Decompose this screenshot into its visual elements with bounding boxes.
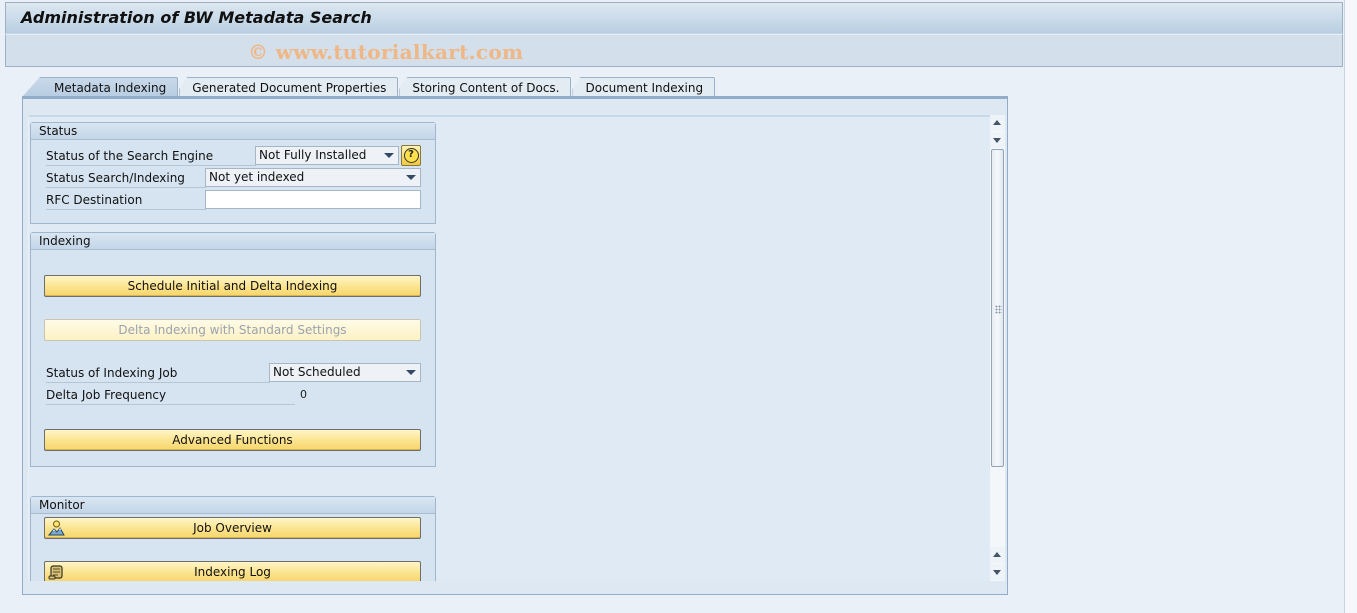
delta-indexing-button[interactable]: Delta Indexing with Standard Settings [44, 319, 421, 341]
indexing-job-row: Status of Indexing Job Not Scheduled [46, 363, 426, 383]
schedule-indexing-button[interactable]: Schedule Initial and Delta Indexing [44, 275, 421, 297]
advanced-functions-button[interactable]: Advanced Functions [44, 429, 421, 451]
scroll-content: Status Status of the Search Engine Not F… [28, 115, 990, 581]
tab-document-indexing[interactable]: Document Indexing [572, 77, 716, 97]
search-indexing-status-value: Not yet indexed [209, 170, 305, 184]
monitor-group-title: Monitor [31, 497, 435, 514]
indexing-job-status-value: Not Scheduled [273, 365, 361, 379]
watermark: © www.tutorialkart.com [248, 40, 524, 64]
delta-frequency-value: 0 [300, 388, 307, 401]
monitor-group: Monitor Job Overview Indexing Log [30, 496, 436, 581]
rfc-destination-row: RFC Destination [46, 190, 426, 210]
status-group: Status Status of the Search Engine Not F… [30, 122, 436, 224]
tab-storing-content-of-docs[interactable]: Storing Content of Docs. [399, 77, 572, 97]
search-indexing-status-dropdown[interactable]: Not yet indexed [205, 168, 421, 187]
scroll-down-button[interactable] [990, 132, 1005, 148]
window-edge [1344, 0, 1357, 613]
search-engine-row: Status of the Search Engine Not Fully In… [46, 145, 426, 166]
tab-strip: Metadata Indexing Generated Document Pro… [22, 77, 716, 97]
tab-metadata-indexing[interactable]: Metadata Indexing [22, 77, 179, 97]
search-engine-status-value: Not Fully Installed [259, 148, 367, 162]
indexing-job-label: Status of Indexing Job [46, 363, 270, 383]
indexing-group: Indexing Schedule Initial and Delta Inde… [30, 232, 436, 467]
indexing-log-button[interactable]: Indexing Log [44, 561, 421, 581]
application-toolbar: © www.tutorialkart.com [5, 34, 1343, 67]
help-button[interactable]: ? [401, 145, 421, 166]
scroll-thumb[interactable] [991, 149, 1004, 467]
indexing-job-status-dropdown[interactable]: Not Scheduled [269, 363, 421, 382]
help-question-icon: ? [403, 148, 419, 163]
vertical-scrollbar[interactable] [990, 115, 1005, 581]
search-engine-status-dropdown[interactable]: Not Fully Installed [255, 146, 399, 165]
chevron-down-icon [406, 370, 416, 375]
search-engine-label: Status of the Search Engine [46, 146, 256, 166]
scroll-down-button-bottom[interactable] [990, 564, 1005, 580]
arrow-up-icon [993, 552, 1001, 557]
search-indexing-label: Status Search/Indexing [46, 168, 206, 188]
log-scroll-icon [48, 565, 63, 580]
indexing-log-label: Indexing Log [194, 565, 271, 579]
tab-panel: Status Status of the Search Engine Not F… [22, 96, 1008, 595]
title-bar: Administration of BW Metadata Search [5, 2, 1343, 34]
chevron-down-icon [384, 153, 394, 158]
status-group-title: Status [31, 123, 435, 140]
search-indexing-row: Status Search/Indexing Not yet indexed [46, 168, 426, 188]
scroll-up-button-bottom[interactable] [990, 547, 1005, 563]
arrow-up-icon [993, 120, 1001, 125]
arrow-down-icon [993, 570, 1001, 575]
delta-frequency-row: Delta Job Frequency 0 [46, 385, 426, 405]
job-overview-icon [48, 520, 65, 536]
rfc-destination-label: RFC Destination [46, 190, 206, 210]
delta-frequency-label: Delta Job Frequency [46, 385, 295, 405]
indexing-group-title: Indexing [31, 233, 435, 250]
job-overview-button[interactable]: Job Overview [44, 517, 421, 539]
scroll-up-button[interactable] [990, 115, 1005, 131]
page-title: Administration of BW Metadata Search [21, 8, 372, 27]
chevron-down-icon [406, 175, 416, 180]
job-overview-label: Job Overview [193, 521, 272, 535]
tab-generated-document-properties[interactable]: Generated Document Properties [179, 77, 399, 97]
grip-icon [995, 305, 1002, 314]
rfc-destination-input[interactable] [205, 190, 421, 209]
arrow-down-icon [993, 138, 1001, 143]
